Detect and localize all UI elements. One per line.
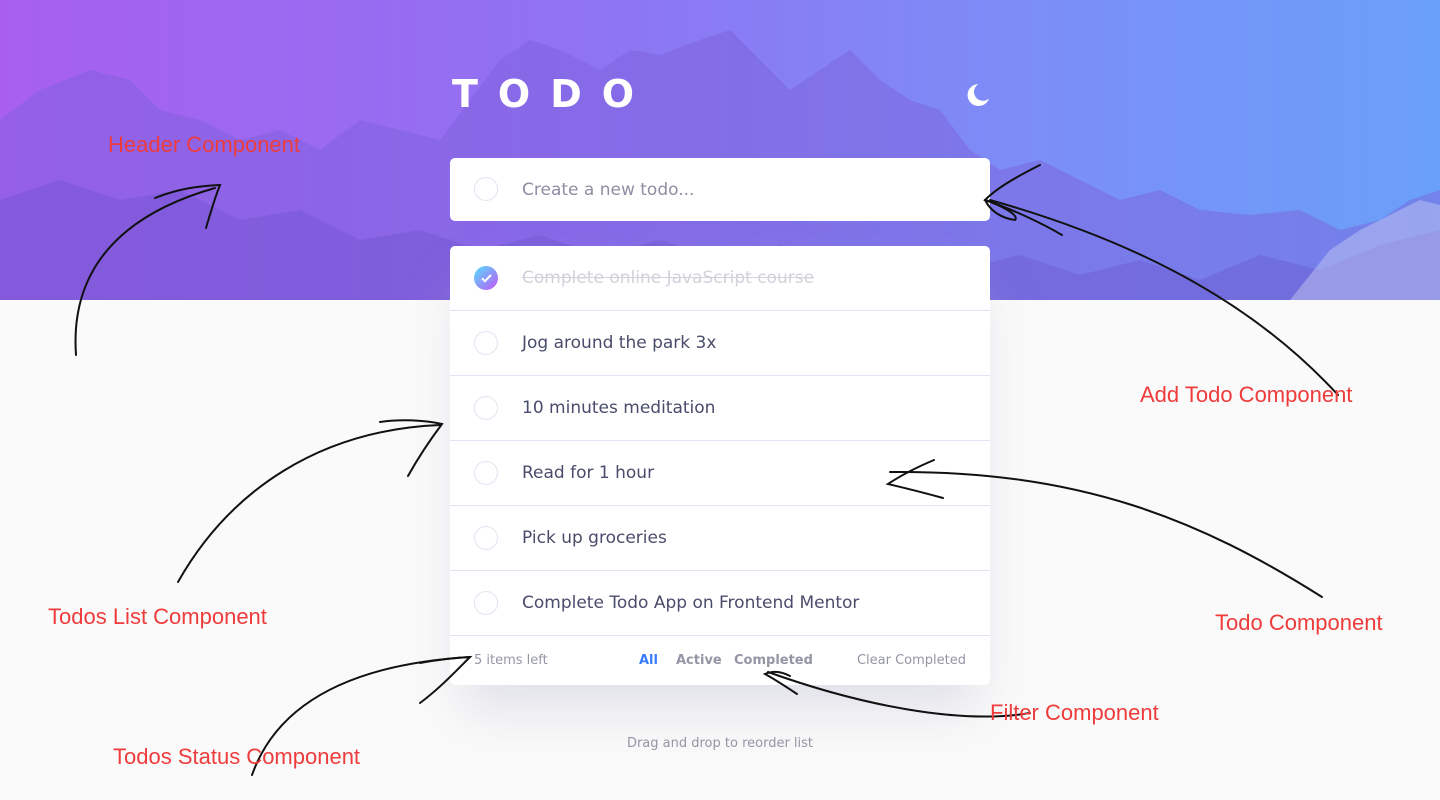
new-todo-check-circle[interactable] bbox=[474, 177, 498, 201]
annotation-todos-list-component: Todos List Component bbox=[48, 604, 267, 629]
annotation-todos-status-component: Todos Status Component bbox=[113, 744, 361, 769]
filter-completed-button[interactable]: Completed bbox=[734, 636, 813, 685]
todo-text: Read for 1 hour bbox=[522, 463, 655, 483]
todo-item[interactable]: 10 minutes meditation bbox=[450, 376, 990, 441]
drag-hint: Drag and drop to reorder list bbox=[626, 736, 814, 751]
todo-item[interactable]: Read for 1 hour bbox=[450, 441, 990, 506]
todo-checkbox[interactable] bbox=[474, 331, 498, 355]
theme-toggle-button[interactable] bbox=[962, 80, 992, 110]
todo-text: Complete Todo App on Frontend Mentor bbox=[522, 593, 860, 613]
todo-item[interactable]: Complete Todo App on Frontend Mentor bbox=[450, 571, 990, 636]
app-title: TODO bbox=[452, 72, 655, 116]
todos-list: Complete online JavaScript course Jog ar… bbox=[450, 246, 990, 685]
filter-active-button[interactable]: Active bbox=[676, 636, 722, 685]
todo-item[interactable]: Complete online JavaScript course bbox=[450, 246, 990, 311]
moon-icon bbox=[967, 84, 989, 106]
todo-text: Pick up groceries bbox=[522, 528, 667, 548]
todo-text: 10 minutes meditation bbox=[522, 398, 716, 418]
filter-all-button[interactable]: All bbox=[639, 636, 658, 685]
annotation-filter-component: Filter Component bbox=[990, 700, 1159, 725]
annotation-add-todo-component: Add Todo Component bbox=[1140, 382, 1353, 407]
todo-checkbox[interactable] bbox=[474, 526, 498, 550]
clear-completed-button[interactable]: Clear Completed bbox=[857, 636, 966, 685]
todo-checkbox[interactable] bbox=[474, 461, 498, 485]
annotation-todo-component: Todo Component bbox=[1215, 610, 1383, 635]
todo-checkbox[interactable] bbox=[474, 591, 498, 615]
todo-item[interactable]: Jog around the park 3x bbox=[450, 311, 990, 376]
todo-text: Complete online JavaScript course bbox=[522, 268, 815, 288]
todo-checkbox[interactable] bbox=[474, 396, 498, 420]
check-icon bbox=[481, 274, 492, 283]
annotation-header-component: Header Component bbox=[108, 132, 301, 157]
todos-footer: 5 items left All Active Completed Clear … bbox=[450, 636, 990, 685]
new-todo-input[interactable] bbox=[522, 158, 962, 221]
todo-item[interactable]: Pick up groceries bbox=[450, 506, 990, 571]
items-left-count: 5 items left bbox=[474, 653, 548, 668]
add-todo-panel bbox=[450, 158, 990, 221]
todo-checkbox-checked[interactable] bbox=[474, 266, 498, 290]
todo-text: Jog around the park 3x bbox=[522, 333, 717, 353]
